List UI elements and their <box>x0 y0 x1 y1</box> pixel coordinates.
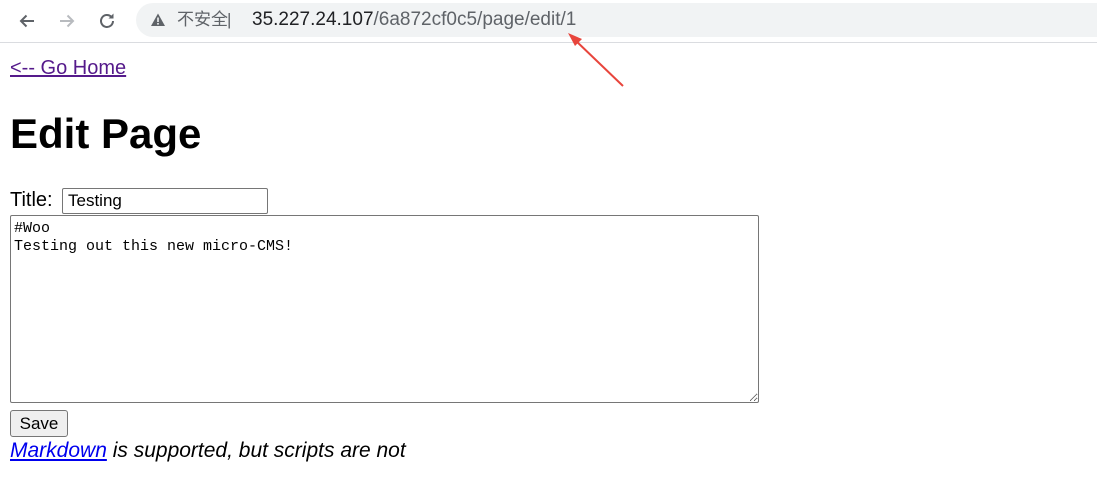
arrow-left-icon <box>19 14 34 28</box>
back-button[interactable] <box>13 7 41 35</box>
url-text[interactable]: 35.227.24.107/6a872cf0c5/page/edit/1 <box>252 9 576 31</box>
omnibox-separator: | <box>227 10 232 29</box>
security-status: 不安全 <box>177 10 228 30</box>
url-path: /6a872cf0c5/page/edit/1 <box>373 9 577 30</box>
warning-triangle-icon <box>151 13 165 26</box>
save-button[interactable]: Save <box>10 410 68 437</box>
markdown-note: Markdown is supported, but scripts are n… <box>10 438 406 464</box>
title-input[interactable] <box>62 188 268 214</box>
markdown-link[interactable]: Markdown <box>10 439 107 462</box>
annotation-arrow <box>568 33 624 87</box>
markdown-note-text: is supported, but scripts are not <box>106 439 406 462</box>
reload-icon <box>100 13 114 28</box>
page-body-textarea[interactable]: #Woo Testing out this new micro-CMS! <box>10 215 759 403</box>
browser-toolbar: 不安全 | 35.227.24.107/6a872cf0c5/page/edit… <box>0 0 1097 43</box>
forward-button[interactable] <box>53 7 81 35</box>
page-title: Edit Page <box>10 110 202 157</box>
title-label: Title: <box>10 189 53 211</box>
url-host: 35.227.24.107 <box>252 9 374 30</box>
reload-button[interactable] <box>93 7 121 35</box>
arrow-right-icon <box>60 14 75 28</box>
go-home-link[interactable]: <-- Go Home <box>10 56 126 80</box>
